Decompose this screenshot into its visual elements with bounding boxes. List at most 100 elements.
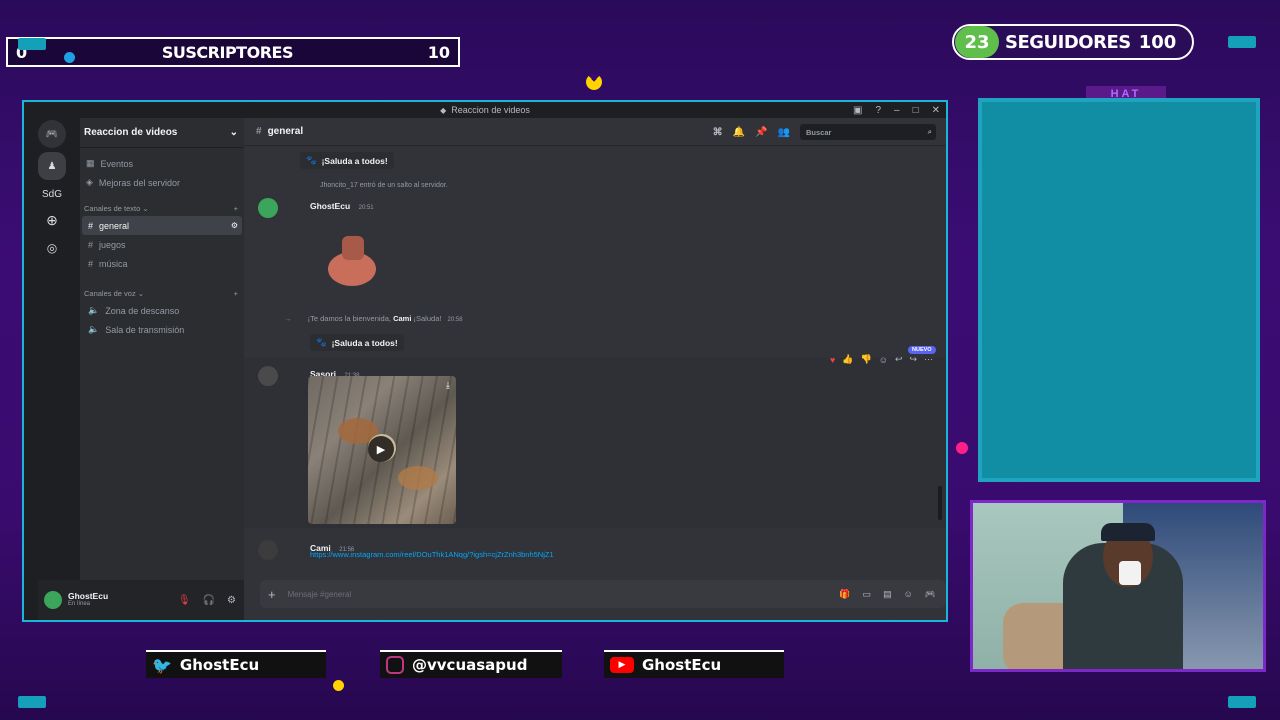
reply-icon[interactable]: ↩: [895, 354, 903, 365]
welcome-name[interactable]: Cami: [393, 314, 411, 323]
forward-icon[interactable]: ↪: [910, 354, 918, 365]
channel-label: general: [99, 220, 130, 231]
search-placeholder: Buscar: [806, 127, 832, 137]
composer-placeholder: Mensaje #general: [287, 589, 352, 599]
pink-dot: [956, 442, 968, 454]
search-icon: ⌕: [927, 127, 932, 136]
chevron-down-icon: ⌄: [229, 127, 238, 138]
discord-logo-icon: ◆: [440, 105, 447, 115]
play-button[interactable]: ▶: [368, 436, 394, 462]
message-header: GhostEcu 20:51: [310, 196, 374, 214]
voice-channel-label: Sala de transmisión: [105, 324, 185, 335]
avatar[interactable]: [258, 198, 278, 218]
message-time: 20:51: [358, 205, 374, 211]
followers-current: 23: [955, 26, 999, 58]
apps-icon[interactable]: 🎮: [925, 589, 936, 600]
yellow-dot: [333, 680, 344, 691]
followers-title: SEGUIDORES: [1005, 31, 1131, 53]
mic-muted-icon[interactable]: 🎙: [178, 595, 191, 606]
home-discord-icon[interactable]: 🎮: [38, 120, 66, 148]
subscribers-goal: 10: [427, 42, 450, 62]
gift-icon[interactable]: 🎁: [839, 589, 850, 600]
download-icon[interactable]: ⤓: [446, 380, 450, 391]
headphones-icon[interactable]: 🎧: [203, 595, 215, 606]
server-icon-sdg[interactable]: SdG: [38, 180, 66, 208]
voice-category[interactable]: Canales de voz ⌄ +: [80, 285, 244, 301]
sticker-picker-icon[interactable]: ▤: [883, 589, 892, 600]
minimize-button[interactable]: –: [894, 105, 900, 116]
corner-chip-bl: [18, 696, 46, 708]
wave-sticker-button[interactable]: 🐾 ¡Saluda a todos!: [300, 152, 394, 169]
sticker-image: [324, 228, 380, 288]
user-status: En línea: [68, 601, 91, 608]
user-panel: GhostEcu En línea 🎙 🎧 ⚙: [38, 580, 244, 620]
search-input[interactable]: Buscar ⌕: [800, 124, 936, 140]
social-youtube: ▶ GhostEcu: [604, 650, 784, 678]
voice-channel-sala[interactable]: 🔈 Sala de transmisión: [82, 320, 242, 339]
add-server-icon[interactable]: ⊕: [38, 206, 66, 234]
avatar[interactable]: [44, 591, 62, 609]
maximize-button[interactable]: □: [913, 105, 919, 116]
welcome-suffix: ¡Saluda!: [413, 314, 442, 323]
hash-icon: #: [256, 126, 262, 137]
channel-juegos[interactable]: # juegos: [82, 235, 242, 254]
server-header[interactable]: Reaccion de videos ⌄: [80, 118, 244, 148]
threads-icon[interactable]: ⌘: [713, 127, 723, 138]
server-icon-active[interactable]: ♟: [38, 152, 66, 180]
user-name: GhostEcu: [68, 591, 109, 602]
pin-icon[interactable]: 📌: [755, 127, 767, 138]
message-link[interactable]: https://www.instagram.com/reel/DOuThk1AN…: [310, 550, 554, 559]
new-badge: NUEVO: [908, 346, 936, 354]
scrollbar[interactable]: [938, 486, 942, 520]
voice-channel-zona[interactable]: 🔈 Zona de descanso: [82, 301, 242, 320]
discover-icon[interactable]: ◎: [38, 234, 66, 262]
close-button[interactable]: ✕: [932, 105, 940, 116]
thumbs-up-icon[interactable]: 👍: [842, 354, 853, 365]
speaker-icon: 🔈: [88, 324, 100, 334]
message-author[interactable]: GhostEcu: [310, 201, 350, 211]
add-voice-channel-icon[interactable]: +: [234, 289, 238, 298]
text-category[interactable]: Canales de texto ⌄ +: [80, 200, 244, 216]
instagram-icon: [386, 656, 404, 674]
corner-chip-tl: [18, 38, 46, 50]
social-instagram: @vvcuasapud: [380, 650, 562, 678]
welcome-message: → ¡Te damos la bienvenida, Cami ¡Saluda!…: [284, 314, 946, 323]
hash-icon: #: [88, 239, 94, 250]
add-reaction-icon[interactable]: ☺: [879, 355, 888, 365]
text-category-label: Canales de texto: [84, 203, 141, 213]
video-attachment[interactable]: ▶ ⤓: [308, 376, 456, 524]
settings-gear-icon[interactable]: ⚙: [227, 595, 236, 606]
bell-icon[interactable]: 🔔: [733, 127, 745, 138]
window-titlebar: ◆ Reaccion de videos ▣ ? – □ ✕: [24, 102, 946, 118]
nav-events[interactable]: ▦ Eventos: [80, 154, 244, 173]
avatar[interactable]: [258, 366, 278, 386]
channel-musica[interactable]: # música: [82, 254, 242, 273]
social-twitter: 🐦 GhostEcu: [146, 650, 326, 678]
channel-settings-icon[interactable]: ⚙: [231, 221, 238, 230]
channel-general[interactable]: # general ⚙: [82, 216, 242, 235]
message-composer[interactable]: + Mensaje #general 🎁 ▭ ▤ ☺ 🎮: [260, 580, 946, 608]
inbox-icon[interactable]: ▣: [853, 105, 862, 116]
nav-boosts[interactable]: ◈ Mejoras del servidor: [80, 173, 244, 192]
add-channel-icon[interactable]: +: [234, 204, 238, 213]
help-icon[interactable]: ?: [875, 105, 881, 116]
channel-header: # general ⌘ 🔔 📌 👥 Buscar ⌕: [244, 118, 946, 146]
members-icon[interactable]: 👥: [778, 127, 790, 138]
social-handle: GhostEcu: [642, 656, 722, 674]
sticker-label: ¡Saluda a todos!: [321, 155, 388, 166]
emoji-icon[interactable]: ☺: [904, 589, 913, 600]
sticker-label: ¡Saluda a todos!: [331, 337, 398, 348]
avatar[interactable]: [258, 540, 278, 560]
gif-icon[interactable]: ▭: [863, 589, 872, 600]
calendar-icon: ▦: [86, 158, 95, 168]
attach-plus-icon[interactable]: +: [268, 587, 276, 602]
followers-goal: 100: [1138, 31, 1177, 53]
join-text: Jhoncito_17 entró de un salto al servido…: [320, 182, 448, 189]
wave-sticker-button-2[interactable]: 🐾 ¡Saluda a todos!: [310, 334, 404, 351]
chat-panel: [978, 98, 1260, 482]
more-icon[interactable]: ⋯: [924, 354, 933, 365]
reaction-heart-icon[interactable]: ♥: [830, 355, 835, 365]
thumbs-down-icon[interactable]: 👎: [861, 354, 872, 365]
message-actions-bar: ♥ 👍 👎 ☺ ↩ ↪ ⋯: [830, 354, 933, 365]
sticker-button-row: 🐾 ¡Saluda a todos!: [300, 150, 946, 169]
